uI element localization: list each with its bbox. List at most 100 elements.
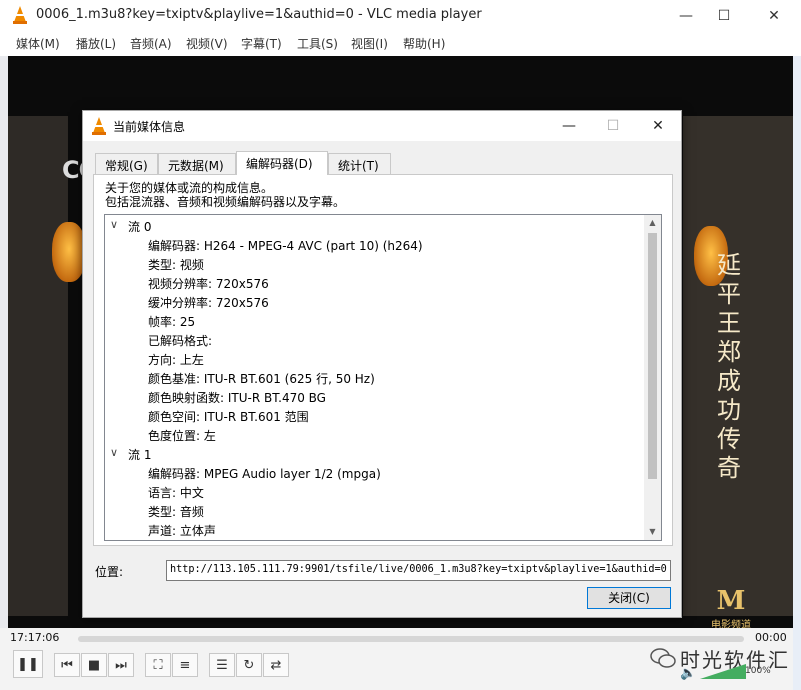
title-char: 传: [717, 425, 741, 453]
tree-item[interactable]: 声道: 立体声: [148, 522, 216, 539]
menu-subtitle[interactable]: 字幕(T): [241, 35, 282, 52]
skip-forward-icon: ⏭: [115, 657, 127, 673]
close-icon: ✕: [652, 118, 664, 134]
description-line: 包括混流器、音频和视频编解码器以及字幕。: [105, 195, 346, 209]
codec-panel: 关于您的媒体或流的构成信息。 包括混流器、音频和视频编解码器以及字幕。 ∨ 流 …: [93, 174, 673, 546]
scroll-up-icon[interactable]: ▲: [644, 215, 661, 231]
tree-item[interactable]: 颜色基准: ITU-R BT.601 (625 行, 50 Hz): [148, 370, 375, 387]
volume-slider[interactable]: [700, 662, 748, 680]
movie-channel-name: 电影频道: [711, 620, 751, 628]
next-button[interactable]: ⏭: [108, 653, 134, 677]
volume-icon[interactable]: 🔈: [680, 666, 696, 681]
seek-slider[interactable]: [78, 636, 744, 642]
scrollbar-thumb[interactable]: [648, 233, 657, 479]
dialog-minimize-button[interactable]: —: [546, 111, 592, 141]
tree-item[interactable]: 编解码器: H264 - MPEG-4 AVC (part 10) (h264): [148, 237, 423, 254]
stop-button[interactable]: ■: [81, 653, 107, 677]
title-char: 王: [717, 309, 741, 337]
dialog-title-bar: 当前媒体信息 — ☐ ✕: [83, 111, 681, 141]
window-title: 0006_1.m3u8?key=txiptv&playlive=1&authid…: [36, 7, 482, 22]
title-char: 郑: [717, 338, 741, 366]
title-char: 功: [717, 396, 741, 424]
title-char: 平: [717, 280, 741, 308]
tree-item[interactable]: 视频分辨率: 720x576: [148, 275, 269, 292]
tab-metadata[interactable]: 元数据(M): [158, 153, 236, 174]
maximize-button[interactable]: ☐: [701, 0, 747, 32]
location-field[interactable]: http://113.105.111.79:9901/tsfile/live/0…: [166, 560, 671, 581]
tree-item[interactable]: 语言: 中文: [148, 484, 204, 501]
menu-media[interactable]: 媒体(M): [16, 35, 60, 52]
tree-node-stream[interactable]: 流 0: [128, 218, 151, 235]
title-char: 延: [717, 251, 741, 279]
scroll-down-icon[interactable]: ▼: [644, 524, 661, 540]
scene-wall-left: [8, 116, 68, 616]
tree-item[interactable]: 编解码器: MPEG Audio layer 1/2 (mpga): [148, 465, 381, 482]
skip-back-icon: ⏮: [61, 657, 73, 673]
tree-item[interactable]: 已解码格式:: [148, 332, 212, 349]
volume-level: 100%: [745, 666, 771, 676]
shuffle-button[interactable]: ⇄: [263, 653, 289, 677]
shuffle-icon: ⇄: [270, 657, 282, 673]
location-label: 位置:: [95, 565, 124, 579]
elapsed-time: 17:17:06: [10, 631, 60, 644]
close-icon: ✕: [768, 8, 780, 24]
panel-description: 关于您的媒体或流的构成信息。 包括混流器、音频和视频编解码器以及字幕。: [105, 181, 345, 209]
equalizer-icon: ≡: [179, 657, 191, 673]
previous-button[interactable]: ⏮: [54, 653, 80, 677]
lantern-left: [52, 222, 86, 282]
pause-icon: ❚❚: [17, 656, 39, 672]
tree-item[interactable]: 颜色空间: ITU-R BT.601 范围: [148, 408, 309, 425]
stream-tree[interactable]: ∨ 流 0 编解码器: H264 - MPEG-4 AVC (part 10) …: [104, 214, 662, 541]
close-window-button[interactable]: ✕: [751, 0, 797, 32]
dialog-title: 当前媒体信息: [113, 120, 186, 134]
tab-general[interactable]: 常规(G): [95, 153, 158, 174]
playlist-button[interactable]: ☰: [209, 653, 235, 677]
chevron-down-icon[interactable]: ∨: [110, 218, 118, 231]
menu-help[interactable]: 帮助(H): [403, 35, 445, 52]
chevron-down-icon[interactable]: ∨: [110, 446, 118, 459]
maximize-icon: ☐: [717, 8, 731, 24]
description-line: 关于您的媒体或流的构成信息。: [105, 181, 274, 195]
vlc-logo-icon: [13, 6, 27, 24]
tree-item[interactable]: 方向: 上左: [148, 351, 204, 368]
extended-settings-button[interactable]: ≡: [172, 653, 198, 677]
playlist-icon: ☰: [216, 657, 228, 673]
tab-codec[interactable]: 编解码器(D): [236, 151, 328, 175]
loop-icon: ↻: [243, 657, 255, 673]
player-controls: 17:17:06 00:00 ❚❚ ⏮ ■ ⏭ ⛶ ≡ ☰ ↻ ⇄ 时光软件汇 …: [0, 628, 793, 690]
menu-tools[interactable]: 工具(S): [297, 35, 338, 52]
fullscreen-button[interactable]: ⛶: [145, 653, 171, 677]
tree-item[interactable]: 类型: 视频: [148, 256, 204, 273]
menu-bar: 媒体(M) 播放(L) 音频(A) 视频(V) 字幕(T) 工具(S) 视图(I…: [0, 32, 801, 54]
stop-icon: ■: [87, 657, 101, 673]
background-window-strip: [0, 56, 8, 690]
tree-item[interactable]: 缓冲分辨率: 720x576: [148, 294, 269, 311]
close-dialog-button[interactable]: 关闭(C): [587, 587, 671, 609]
remaining-time: 00:00: [755, 631, 787, 644]
menu-video[interactable]: 视频(V): [186, 35, 228, 52]
minimize-icon: —: [562, 118, 576, 134]
pause-button[interactable]: ❚❚: [13, 650, 43, 678]
dialog-maximize-button[interactable]: ☐: [590, 111, 636, 141]
tree-item[interactable]: 色度位置: 左: [148, 427, 216, 444]
minimize-icon: —: [679, 8, 693, 24]
menu-audio[interactable]: 音频(A): [130, 35, 172, 52]
title-char: 成: [717, 367, 741, 395]
media-info-dialog: 当前媒体信息 — ☐ ✕ 常规(G) 元数据(M) 编解码器(D) 统计(T) …: [82, 110, 682, 618]
tab-statistics[interactable]: 统计(T): [328, 153, 391, 174]
tree-node-stream[interactable]: 流 1: [128, 446, 151, 463]
wechat-icon: [650, 648, 676, 668]
movie-channel-badge: M 电影频道: [708, 586, 754, 628]
menu-view[interactable]: 视图(I): [351, 35, 388, 52]
tree-scrollbar[interactable]: ▲ ▼: [644, 215, 661, 540]
tree-item[interactable]: 帧率: 25: [148, 313, 195, 330]
title-char: 奇: [717, 454, 741, 482]
loop-button[interactable]: ↻: [236, 653, 262, 677]
dialog-close-button[interactable]: ✕: [635, 111, 681, 141]
tree-item[interactable]: 类型: 音频: [148, 503, 204, 520]
movie-channel-logo: M: [716, 586, 746, 616]
title-bar: 0006_1.m3u8?key=txiptv&playlive=1&authid…: [0, 0, 801, 32]
tree-item[interactable]: 颜色映射函数: ITU-R BT.470 BG: [148, 389, 326, 406]
video-title-vertical: 延 平 王 郑 成 功 传 奇: [714, 251, 744, 483]
menu-playback[interactable]: 播放(L): [76, 35, 116, 52]
